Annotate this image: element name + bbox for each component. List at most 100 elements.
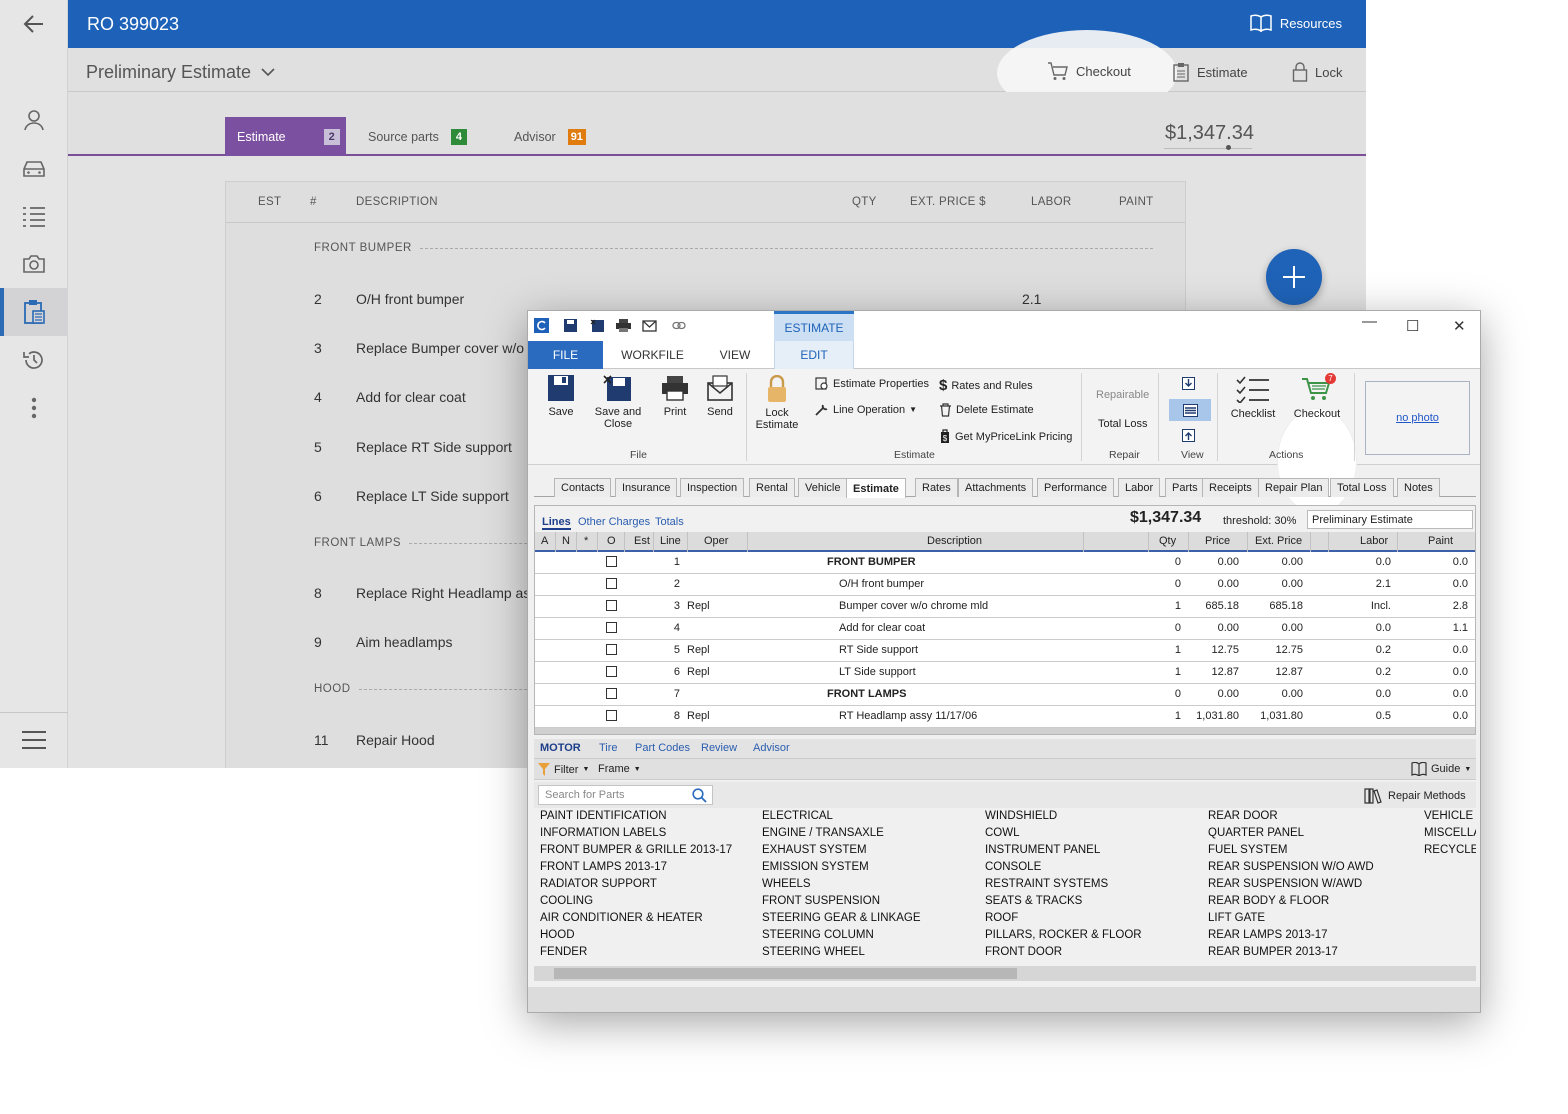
minimize-icon[interactable]: — — [1362, 313, 1377, 330]
row-checkbox[interactable] — [606, 556, 617, 567]
wtab-rental[interactable]: Rental — [749, 478, 795, 497]
line-description[interactable]: Replace LT Side support — [356, 488, 509, 504]
wtab-estimate[interactable]: Estimate — [846, 478, 906, 498]
delete-estimate-button[interactable]: Delete Estimate — [939, 403, 1034, 417]
refresh-app-icon[interactable] — [534, 318, 549, 333]
link-small-icon[interactable] — [672, 321, 686, 330]
tab-source-parts[interactable]: Source parts 4 — [368, 117, 467, 156]
ribbon-tab-view[interactable]: VIEW — [708, 341, 762, 369]
frame-dropdown[interactable]: Frame ▼ — [598, 763, 641, 775]
save-close-small-icon[interactable] — [590, 319, 605, 332]
row-checkbox[interactable] — [606, 666, 617, 677]
parts-category[interactable]: REAR DOOR — [1208, 810, 1278, 822]
ribbon-tab-workfile[interactable]: WORKFILE — [614, 341, 691, 369]
parts-category[interactable]: REAR BODY & FLOOR — [1208, 895, 1329, 907]
grid-tab-lines[interactable]: Lines — [542, 516, 571, 530]
menu-icon[interactable] — [10, 716, 58, 764]
mypricelink-button[interactable]: $ Get MyPriceLink Pricing — [939, 429, 1072, 444]
guide-dropdown[interactable]: Guide ▼ — [1411, 762, 1471, 776]
parts-category[interactable]: STEERING WHEEL — [762, 946, 865, 958]
parts-category[interactable]: FENDER — [540, 946, 587, 958]
estimate-selector[interactable]: Preliminary Estimate — [86, 62, 275, 83]
mtab-review[interactable]: Review — [701, 742, 737, 754]
parts-category[interactable]: FUEL SYSTEM — [1208, 844, 1287, 856]
person-icon[interactable] — [10, 96, 58, 144]
lock-estimate-button[interactable]: Lock Estimate — [754, 375, 800, 431]
parts-category[interactable]: RADIATOR SUPPORT — [540, 878, 657, 890]
parts-category[interactable]: RECYCLE — [1424, 844, 1476, 856]
view-expand-icon[interactable] — [1182, 377, 1195, 390]
mtab-tire[interactable]: Tire — [599, 742, 618, 754]
save-small-icon[interactable] — [564, 319, 577, 332]
total-loss-button[interactable]: Total Loss — [1098, 418, 1148, 430]
line-description[interactable]: Replace Right Headlamp as — [356, 585, 530, 601]
row-checkbox[interactable] — [606, 688, 617, 699]
checkout-action[interactable]: Checkout — [1047, 62, 1131, 81]
print-small-icon[interactable] — [616, 319, 631, 332]
wtab-performance[interactable]: Performance — [1037, 478, 1114, 497]
grid-row[interactable]: 6 Repl LT Side support 1 12.87 12.87 0.2 0.0 — [535, 662, 1475, 684]
wtab-receipts[interactable]: Receipts — [1202, 478, 1259, 497]
camera-icon[interactable] — [10, 240, 58, 288]
estimate-clipboard-icon[interactable] — [0, 288, 68, 336]
line-description[interactable]: Repair Hood — [356, 732, 435, 748]
row-checkbox[interactable] — [606, 644, 617, 655]
ribbon-tab-file[interactable]: FILE — [528, 341, 603, 369]
parts-category[interactable]: REAR LAMPS 2013-17 — [1208, 929, 1328, 941]
parts-category[interactable]: FRONT LAMPS 2013-17 — [540, 861, 667, 873]
grid-scrollbar[interactable] — [535, 728, 1475, 734]
mtab-motor[interactable]: MOTOR — [540, 742, 581, 754]
row-checkbox[interactable] — [606, 622, 617, 633]
row-checkbox[interactable] — [606, 578, 617, 589]
wtab-notes[interactable]: Notes — [1397, 478, 1440, 497]
wtab-insurance[interactable]: Insurance — [615, 478, 678, 497]
view-collapse-icon[interactable] — [1182, 429, 1195, 442]
save-close-button[interactable]: Save and Close — [592, 375, 644, 430]
parts-search-input[interactable]: Search for Parts — [538, 785, 713, 805]
parts-category[interactable]: CONSOLE — [985, 861, 1041, 873]
add-line-button[interactable] — [1266, 249, 1322, 305]
grid-row[interactable]: 3 Repl Bumper cover w/o chrome mld 1 685.18 6… — [535, 596, 1475, 618]
ribbon-tab-edit[interactable]: EDIT — [774, 341, 854, 369]
tab-estimate[interactable]: Estimate 2 — [225, 117, 346, 156]
grid-tab-other-charges[interactable]: Other Charges — [578, 516, 650, 528]
print-button[interactable]: Print — [658, 375, 692, 418]
parts-category[interactable]: SEATS & TRACKS — [985, 895, 1082, 907]
parts-category[interactable]: HOOD — [540, 929, 575, 941]
parts-category[interactable]: PAINT IDENTIFICATION — [540, 810, 667, 822]
parts-category[interactable]: STEERING GEAR & LINKAGE — [762, 912, 920, 924]
filter-dropdown[interactable]: Filter ▼ — [538, 763, 589, 776]
line-description[interactable]: Aim headlamps — [356, 634, 453, 650]
wtab-repair-plan[interactable]: Repair Plan — [1258, 478, 1330, 497]
parts-category[interactable]: FRONT DOOR — [985, 946, 1062, 958]
wtab-rates[interactable]: Rates — [915, 478, 958, 497]
mtab-part-codes[interactable]: Part Codes — [635, 742, 690, 754]
view-lines-icon[interactable] — [1169, 399, 1211, 421]
wtab-inspection[interactable]: Inspection — [680, 478, 745, 497]
checklist-button[interactable]: Checklist — [1229, 375, 1277, 420]
grid-row[interactable]: 4 Add for clear coat 0 0.00 0.00 0.0 1.1 — [535, 618, 1475, 640]
wtab-attachments[interactable]: Attachments — [958, 478, 1034, 497]
estimate-action[interactable]: Estimate — [1172, 62, 1248, 82]
mtab-advisor[interactable]: Advisor — [753, 742, 790, 754]
line-description[interactable]: O/H front bumper — [356, 291, 464, 307]
parts-category[interactable]: INSTRUMENT PANEL — [985, 844, 1100, 856]
search-icon[interactable] — [692, 788, 707, 803]
parts-category[interactable]: REAR SUSPENSION W/AWD — [1208, 878, 1362, 890]
parts-category[interactable]: REAR SUSPENSION W/O AWD — [1208, 861, 1374, 873]
categories-scrollbar[interactable] — [534, 966, 1476, 981]
send-button[interactable]: Send — [704, 375, 736, 418]
line-description[interactable]: Add for clear coat — [356, 389, 466, 405]
parts-category[interactable]: AIR CONDITIONER & HEATER — [540, 912, 703, 924]
parts-category[interactable]: FRONT SUSPENSION — [762, 895, 880, 907]
checkout-button[interactable]: 7 Checkout — [1292, 373, 1342, 420]
row-checkbox[interactable] — [606, 600, 617, 611]
parts-category[interactable]: EMISSION SYSTEM — [762, 861, 869, 873]
parts-category[interactable]: PILLARS, ROCKER & FLOOR — [985, 929, 1142, 941]
rates-rules-button[interactable]: $ Rates and Rules — [939, 377, 1033, 394]
grid-row[interactable]: 7 FRONT LAMPS 0 0.00 0.00 0.0 0.0 — [535, 684, 1475, 706]
save-button[interactable]: Save — [543, 375, 579, 418]
parts-category[interactable]: MISCELLA — [1424, 827, 1476, 839]
grid-row[interactable]: 5 Repl RT Side support 1 12.75 12.75 0.2 0.0 — [535, 640, 1475, 662]
back-arrow-icon[interactable] — [10, 0, 58, 48]
